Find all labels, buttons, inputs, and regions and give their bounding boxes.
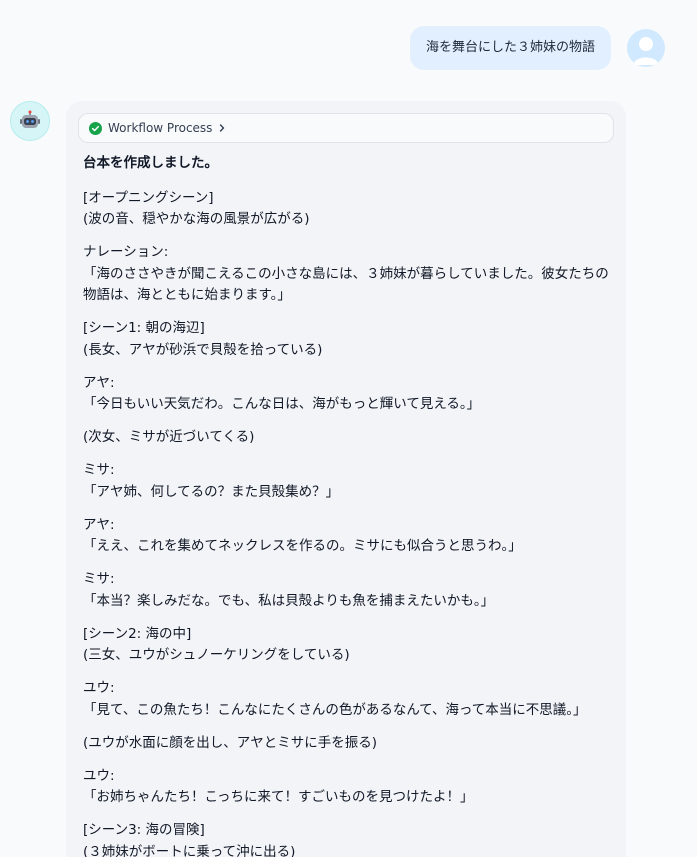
script-paragraph: [シーン3: 海の冒険] (３姉妹がボートに乗って沖に出る) (83, 822, 296, 857)
script-paragraph: ミサ: 「アヤ姉、何してるの？また貝殻集め？」 (83, 462, 340, 500)
chevron-right-icon (220, 124, 225, 132)
script-paragraph: アヤ: 「ええ、これを集めてネックレスを作るの。ミサにも似合うと思うわ。」 (83, 516, 522, 555)
script-paragraph: ミサ: 「本当？楽しみだな。でも、私は貝殻よりも魚を捕まえたいかも。」 (83, 571, 495, 609)
script-paragraph: (次女、ミサが近づいてくる) (83, 429, 255, 445)
script-paragraph: アヤ: 「今日もいい天気だわ。こんな日は、海がもっと輝いて見える。」 (83, 374, 481, 413)
script-paragraph: ナレーション: 「海のささやきが聞こえるこの小さな島には、３姉妹が暮らしていまし… (83, 244, 609, 303)
user-message-row: 海を舞台にした３姉妹の物語 (409, 26, 665, 70)
user-message-bubble: 海を舞台にした３姉妹の物語 (409, 26, 611, 70)
workflow-label: Workflow Process (108, 121, 213, 135)
script-paragraph: [シーン1: 朝の海辺] (長女、アヤが砂浜で貝殻を拾っている) (83, 320, 323, 358)
script-paragraph: ユウ: 「お姉ちゃんたち！こっちに来て！すごいものを見つけたよ！」 (83, 767, 474, 806)
user-icon (633, 37, 659, 65)
user-avatar (627, 29, 665, 67)
script-paragraph: [シーン2: 海の中] (三女、ユウがシュノーケリングをしている) (83, 625, 350, 664)
bot-avatar (10, 101, 50, 141)
script-paragraph: [オープニングシーン] (波の音、穏やかな海の風景が広がる) (83, 189, 310, 228)
robot-icon (20, 110, 40, 128)
check-circle-icon (89, 121, 102, 135)
script-paragraph: ユウ: 「見て、この魚たち！こんなにたくさんの色があるなんて、海って本当に不思議… (83, 680, 587, 718)
response-heading: 台本を作成しました。 (83, 155, 218, 171)
chat-view: 海を舞台にした３姉妹の物語 Workflow Process 台本を作成しました… (0, 0, 697, 857)
bot-message-content: 台本を作成しました。 [オープニングシーン] (波の音、穏やかな海の風景が広がる… (78, 143, 614, 857)
bot-message-card: Workflow Process 台本を作成しました。 [オープニングシーン] … (66, 101, 626, 857)
script-paragraph: (ユウが水面に顔を出し、アヤとミサに手を振る) (83, 734, 378, 751)
workflow-process-toggle[interactable]: Workflow Process (78, 113, 614, 143)
